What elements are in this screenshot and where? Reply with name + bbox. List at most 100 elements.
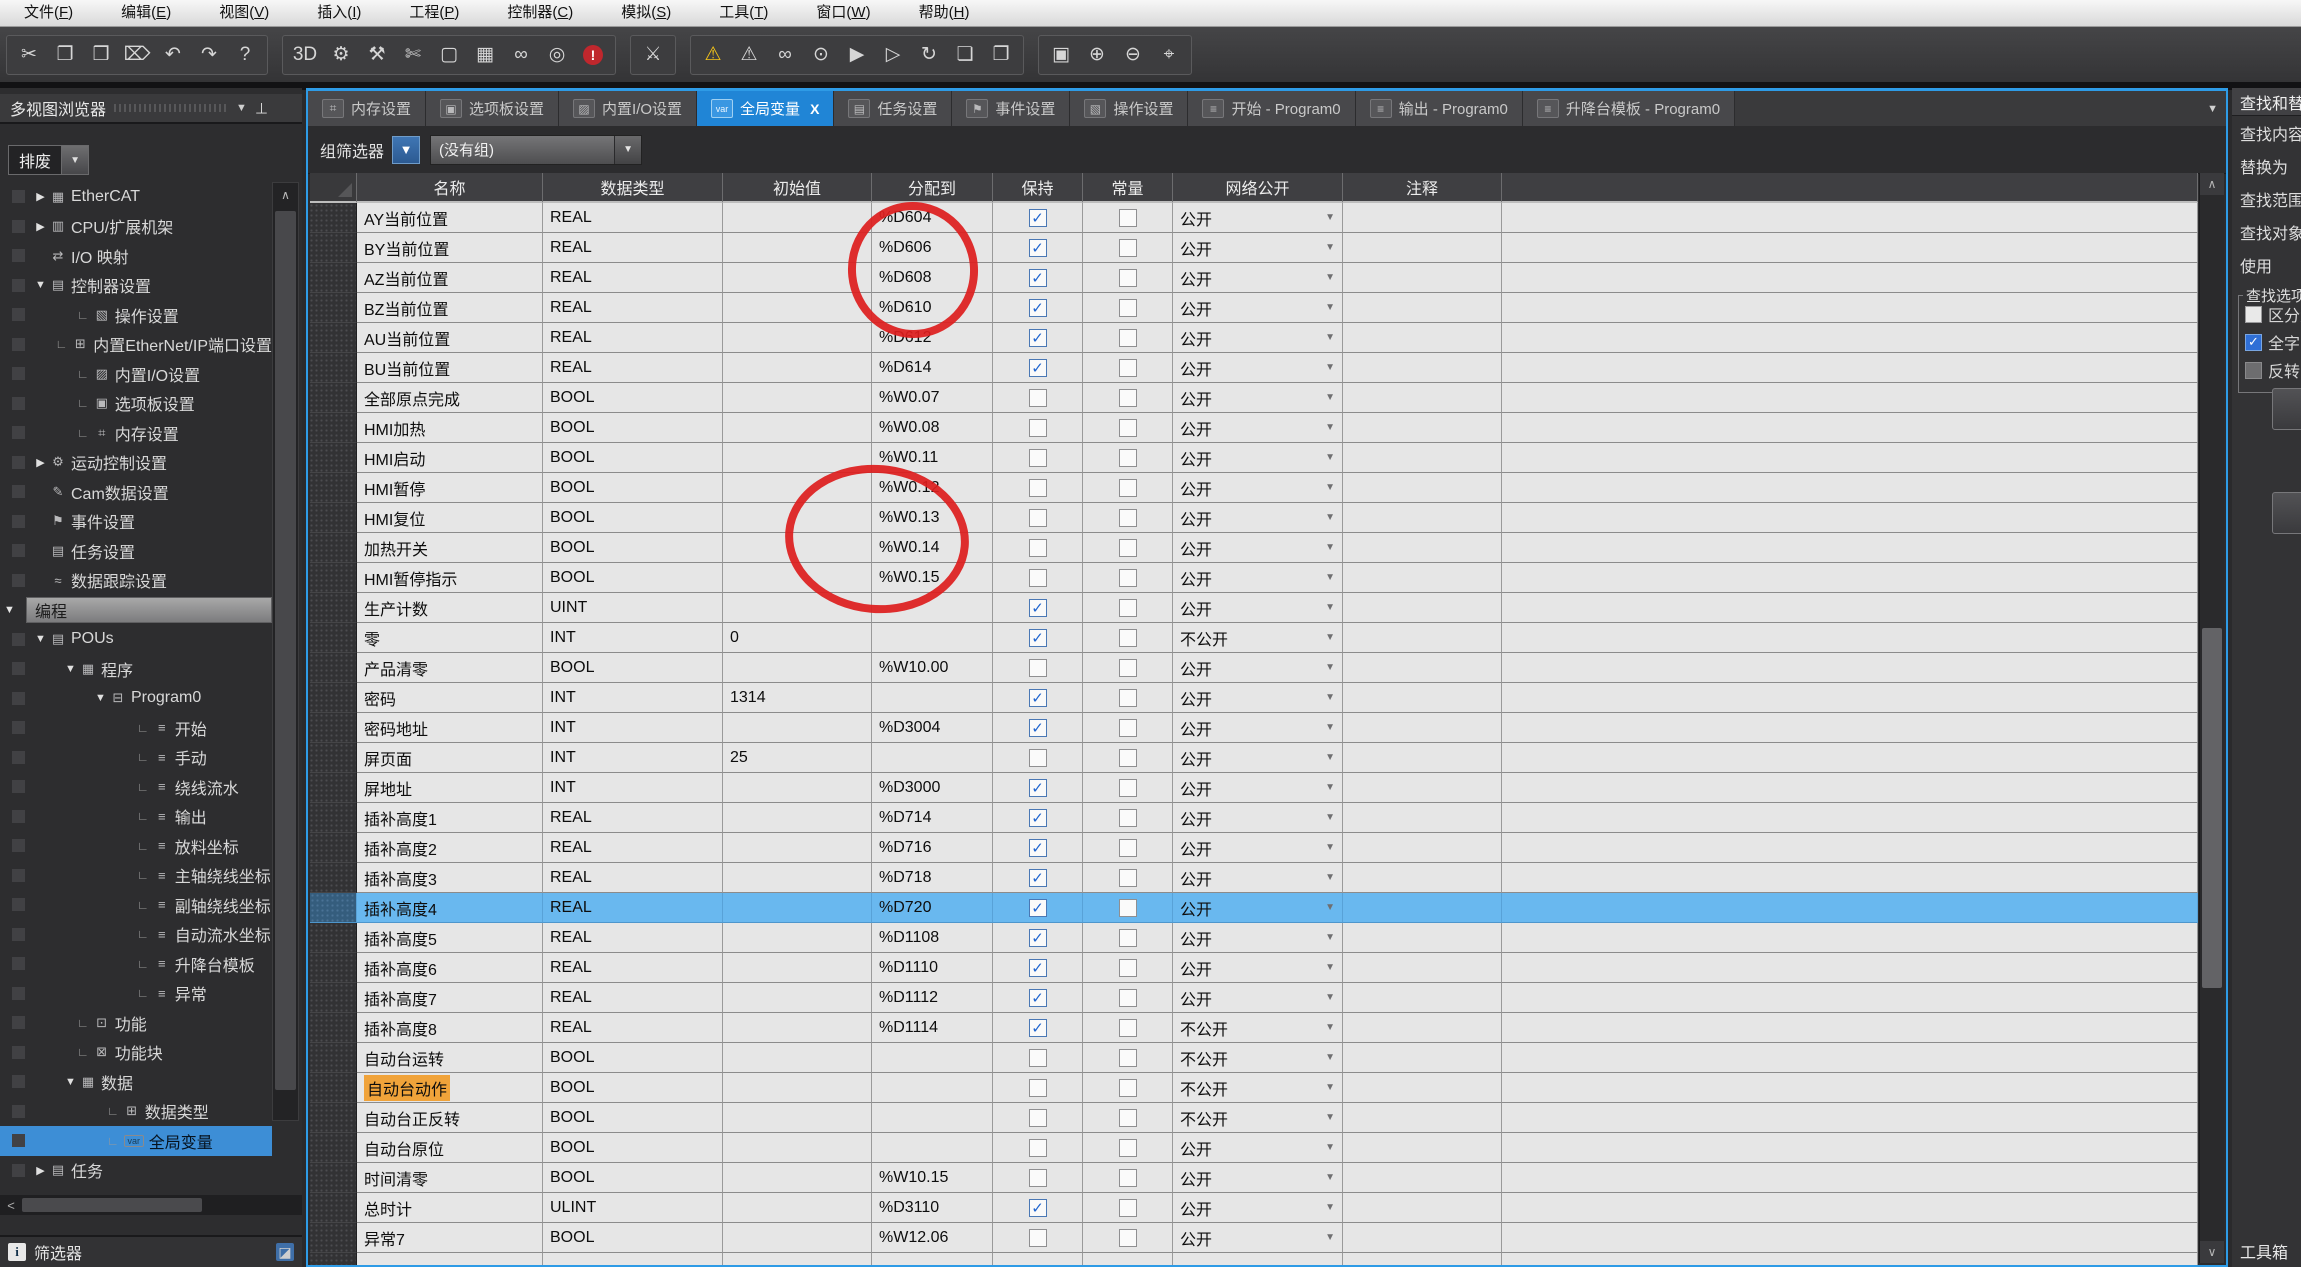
constant-checkbox[interactable]: ✓ (1119, 809, 1137, 827)
cell-comment[interactable] (1343, 983, 1502, 1013)
cell-initial-value[interactable] (723, 773, 872, 803)
cell-data-type[interactable]: REAL (543, 833, 723, 863)
cell-network-publish[interactable]: 公开▼ (1173, 413, 1343, 443)
tab-任务设置[interactable]: ▤任务设置 (834, 91, 952, 126)
cell-initial-value[interactable] (723, 1073, 872, 1103)
search-all-icon[interactable]: ◎ (539, 38, 575, 72)
cell-data-type[interactable]: BOOL (543, 1163, 723, 1193)
sidebar-horizontal-scrollbar[interactable]: < (0, 1195, 302, 1215)
table-row[interactable]: 插补高度7REAL%D1112✓✓公开▼ (310, 983, 2198, 1013)
retain-checkbox[interactable]: ✓ (1029, 599, 1047, 617)
cell-name[interactable]: 插补高度1 (357, 803, 543, 833)
retain-checkbox[interactable]: ✓ (1029, 839, 1047, 857)
table-row[interactable]: 密码INT1314✓✓公开▼ (310, 683, 2198, 713)
cell-data-type[interactable]: BOOL (543, 533, 723, 563)
replace-button[interactable] (2272, 492, 2301, 534)
row-handle[interactable] (310, 803, 357, 833)
cell-network-publish[interactable]: 公开▼ (1173, 443, 1343, 473)
cell-name[interactable]: 全部原点完成 (357, 383, 543, 413)
cell-address[interactable]: %W0.07 (872, 383, 993, 413)
retain-checkbox[interactable]: ✓ (1029, 1229, 1047, 1247)
cell-network-publish[interactable]: 公开▼ (1173, 1223, 1343, 1253)
zoom-in-icon[interactable]: ⊕ (1079, 38, 1115, 72)
retain-checkbox[interactable]: ✓ (1029, 329, 1047, 347)
constant-checkbox[interactable]: ✓ (1119, 599, 1137, 617)
cell-name[interactable]: 屏页面 (357, 743, 543, 773)
sidebar-item-option-board[interactable]: ∟▣选项板设置 (0, 389, 272, 419)
menu-item-window[interactable]: 窗口(W) (792, 0, 894, 26)
cell-initial-value[interactable] (723, 473, 872, 503)
cell-comment[interactable] (1343, 923, 1502, 953)
cell-address[interactable] (872, 1073, 993, 1103)
cell-data-type[interactable]: BOOL (543, 383, 723, 413)
tab-操作设置[interactable]: ▧操作设置 (1070, 91, 1188, 126)
device-selector-value[interactable]: 排废 (8, 145, 62, 175)
chevron-collapsed-icon[interactable]: ▶ (34, 456, 47, 469)
retain-checkbox[interactable]: ✓ (1029, 989, 1047, 1007)
cell-name[interactable]: HMI暂停指示 (357, 563, 543, 593)
chevron-down-icon[interactable]: ▼ (0, 604, 26, 616)
cell-network-publish[interactable]: 不公开▼ (1173, 1043, 1343, 1073)
table-row[interactable]: AU当前位置REAL%D612✓✓公开▼ (310, 323, 2198, 353)
cell-data-type[interactable]: BOOL (543, 1133, 723, 1163)
cell-data-type[interactable]: BOOL (543, 413, 723, 443)
column-header-网络公开[interactable]: 网络公开 (1173, 173, 1343, 203)
cell-initial-value[interactable] (723, 1133, 872, 1163)
table-row[interactable]: 生产计数UINT✓✓公开▼ (310, 593, 2198, 623)
abort-build-icon[interactable]: ✄ (395, 38, 431, 72)
cell-address[interactable] (872, 743, 993, 773)
cell-address[interactable]: %D3000 (872, 773, 993, 803)
retain-checkbox[interactable]: ✓ (1029, 539, 1047, 557)
constant-checkbox[interactable]: ✓ (1119, 839, 1137, 857)
help-icon[interactable]: ? (227, 38, 263, 72)
chevron-down-icon[interactable]: ▼ (1325, 242, 1335, 253)
row-handle[interactable] (310, 413, 357, 443)
row-handle[interactable] (310, 443, 357, 473)
tab-开始 - Program0[interactable]: ≡开始 - Program0 (1188, 91, 1355, 126)
row-handle[interactable] (310, 323, 357, 353)
table-row[interactable]: HMI暂停BOOL%W0.12✓✓公开▼ (310, 473, 2198, 503)
cell-address[interactable]: %W0.12 (872, 473, 993, 503)
cell-name[interactable]: AU当前位置 (357, 323, 543, 353)
cell-name[interactable]: 插补高度8 (357, 1013, 543, 1043)
row-handle[interactable] (310, 1163, 357, 1193)
cell-comment[interactable] (1343, 383, 1502, 413)
chevron-down-icon[interactable]: ▼ (1325, 662, 1335, 673)
chevron-down-icon[interactable]: ▼ (1325, 302, 1335, 313)
chevron-down-icon[interactable]: ▼ (1325, 872, 1335, 883)
cell-initial-value[interactable] (723, 1163, 872, 1193)
scroll-down-icon[interactable]: ∨ (2200, 1241, 2224, 1263)
table-row[interactable]: 插补高度1REAL%D714✓✓公开▼ (310, 803, 2198, 833)
retain-checkbox[interactable]: ✓ (1029, 779, 1047, 797)
row-handle[interactable] (310, 593, 357, 623)
warning-muted-icon[interactable]: ⚠ (731, 38, 767, 72)
cell-address[interactable]: %W0.08 (872, 413, 993, 443)
chevron-down-icon[interactable]: ▼ (1325, 632, 1335, 643)
retain-checkbox[interactable]: ✓ (1029, 1169, 1047, 1187)
tab-全局变量[interactable]: var全局变量X (697, 91, 834, 126)
constant-checkbox[interactable]: ✓ (1119, 899, 1137, 917)
table-row[interactable]: 屏页面INT25✓✓公开▼ (310, 743, 2198, 773)
cell-data-type[interactable]: REAL (543, 353, 723, 383)
table-row[interactable]: 插补高度2REAL%D716✓✓公开▼ (310, 833, 2198, 863)
cell-comment[interactable] (1343, 713, 1502, 743)
retain-checkbox[interactable]: ✓ (1029, 1109, 1047, 1127)
cell-comment[interactable] (1343, 683, 1502, 713)
row-handle[interactable] (310, 263, 357, 293)
chevron-down-icon[interactable]: ▼ (1325, 212, 1335, 223)
cell-name[interactable]: 产品清零 (357, 653, 543, 683)
constant-checkbox[interactable]: ✓ (1119, 629, 1137, 647)
cell-initial-value[interactable] (723, 533, 872, 563)
retain-checkbox[interactable]: ✓ (1029, 449, 1047, 467)
cell-network-publish[interactable]: 公开▼ (1173, 353, 1343, 383)
row-handle[interactable] (310, 983, 357, 1013)
cell-comment[interactable] (1343, 353, 1502, 383)
sidebar-item-program-section[interactable]: ∟≡放料坐标 (0, 831, 272, 861)
cell-network-publish[interactable]: 公开▼ (1173, 923, 1343, 953)
cell-address[interactable]: %W10.15 (872, 1163, 993, 1193)
constant-checkbox[interactable]: ✓ (1119, 299, 1137, 317)
sidebar-item-controller-setup[interactable]: ▼▤控制器设置 (0, 271, 272, 301)
chevron-down-icon[interactable]: ▼ (1325, 842, 1335, 853)
cell-initial-value[interactable] (723, 1223, 872, 1253)
cell-name[interactable]: 插补高度2 (357, 833, 543, 863)
